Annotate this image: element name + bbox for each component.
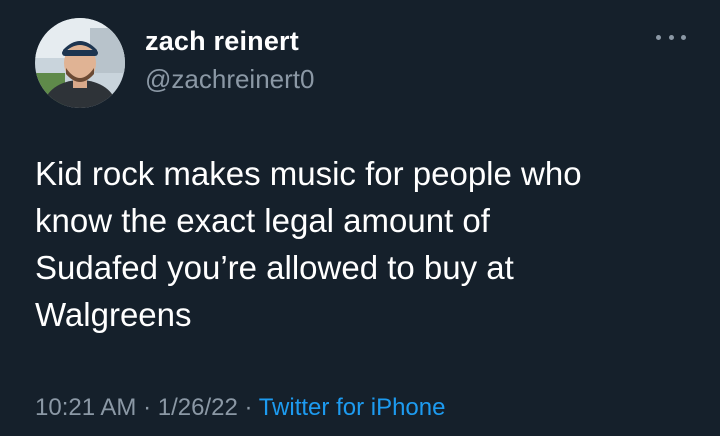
tweet-metadata: 10:21 AM · 1/26/22 · Twitter for iPhone [35, 392, 445, 424]
more-dot [668, 34, 674, 40]
tweet-card: zach reinert @zachreinert0 Kid rock make… [0, 0, 720, 436]
avatar-image [35, 18, 125, 108]
tweet-date[interactable]: 1/26/22 [158, 394, 238, 421]
more-horizontal-icon[interactable] [656, 30, 686, 44]
tweet-time[interactable]: 10:21 AM [35, 394, 136, 421]
more-dot [681, 34, 686, 40]
user-info: zach reinert @zachreinert0 [145, 24, 314, 96]
meta-separator: · [136, 394, 158, 421]
user-handle[interactable]: @zachreinert0 [145, 62, 314, 96]
tweet-text: Kid rock makes music for people who know… [35, 155, 582, 333]
meta-separator: · [237, 394, 259, 421]
avatar[interactable] [35, 18, 125, 108]
display-name[interactable]: zach reinert [145, 24, 314, 58]
more-dot [656, 34, 661, 40]
tweet-source-link[interactable]: Twitter for iPhone [259, 394, 446, 421]
